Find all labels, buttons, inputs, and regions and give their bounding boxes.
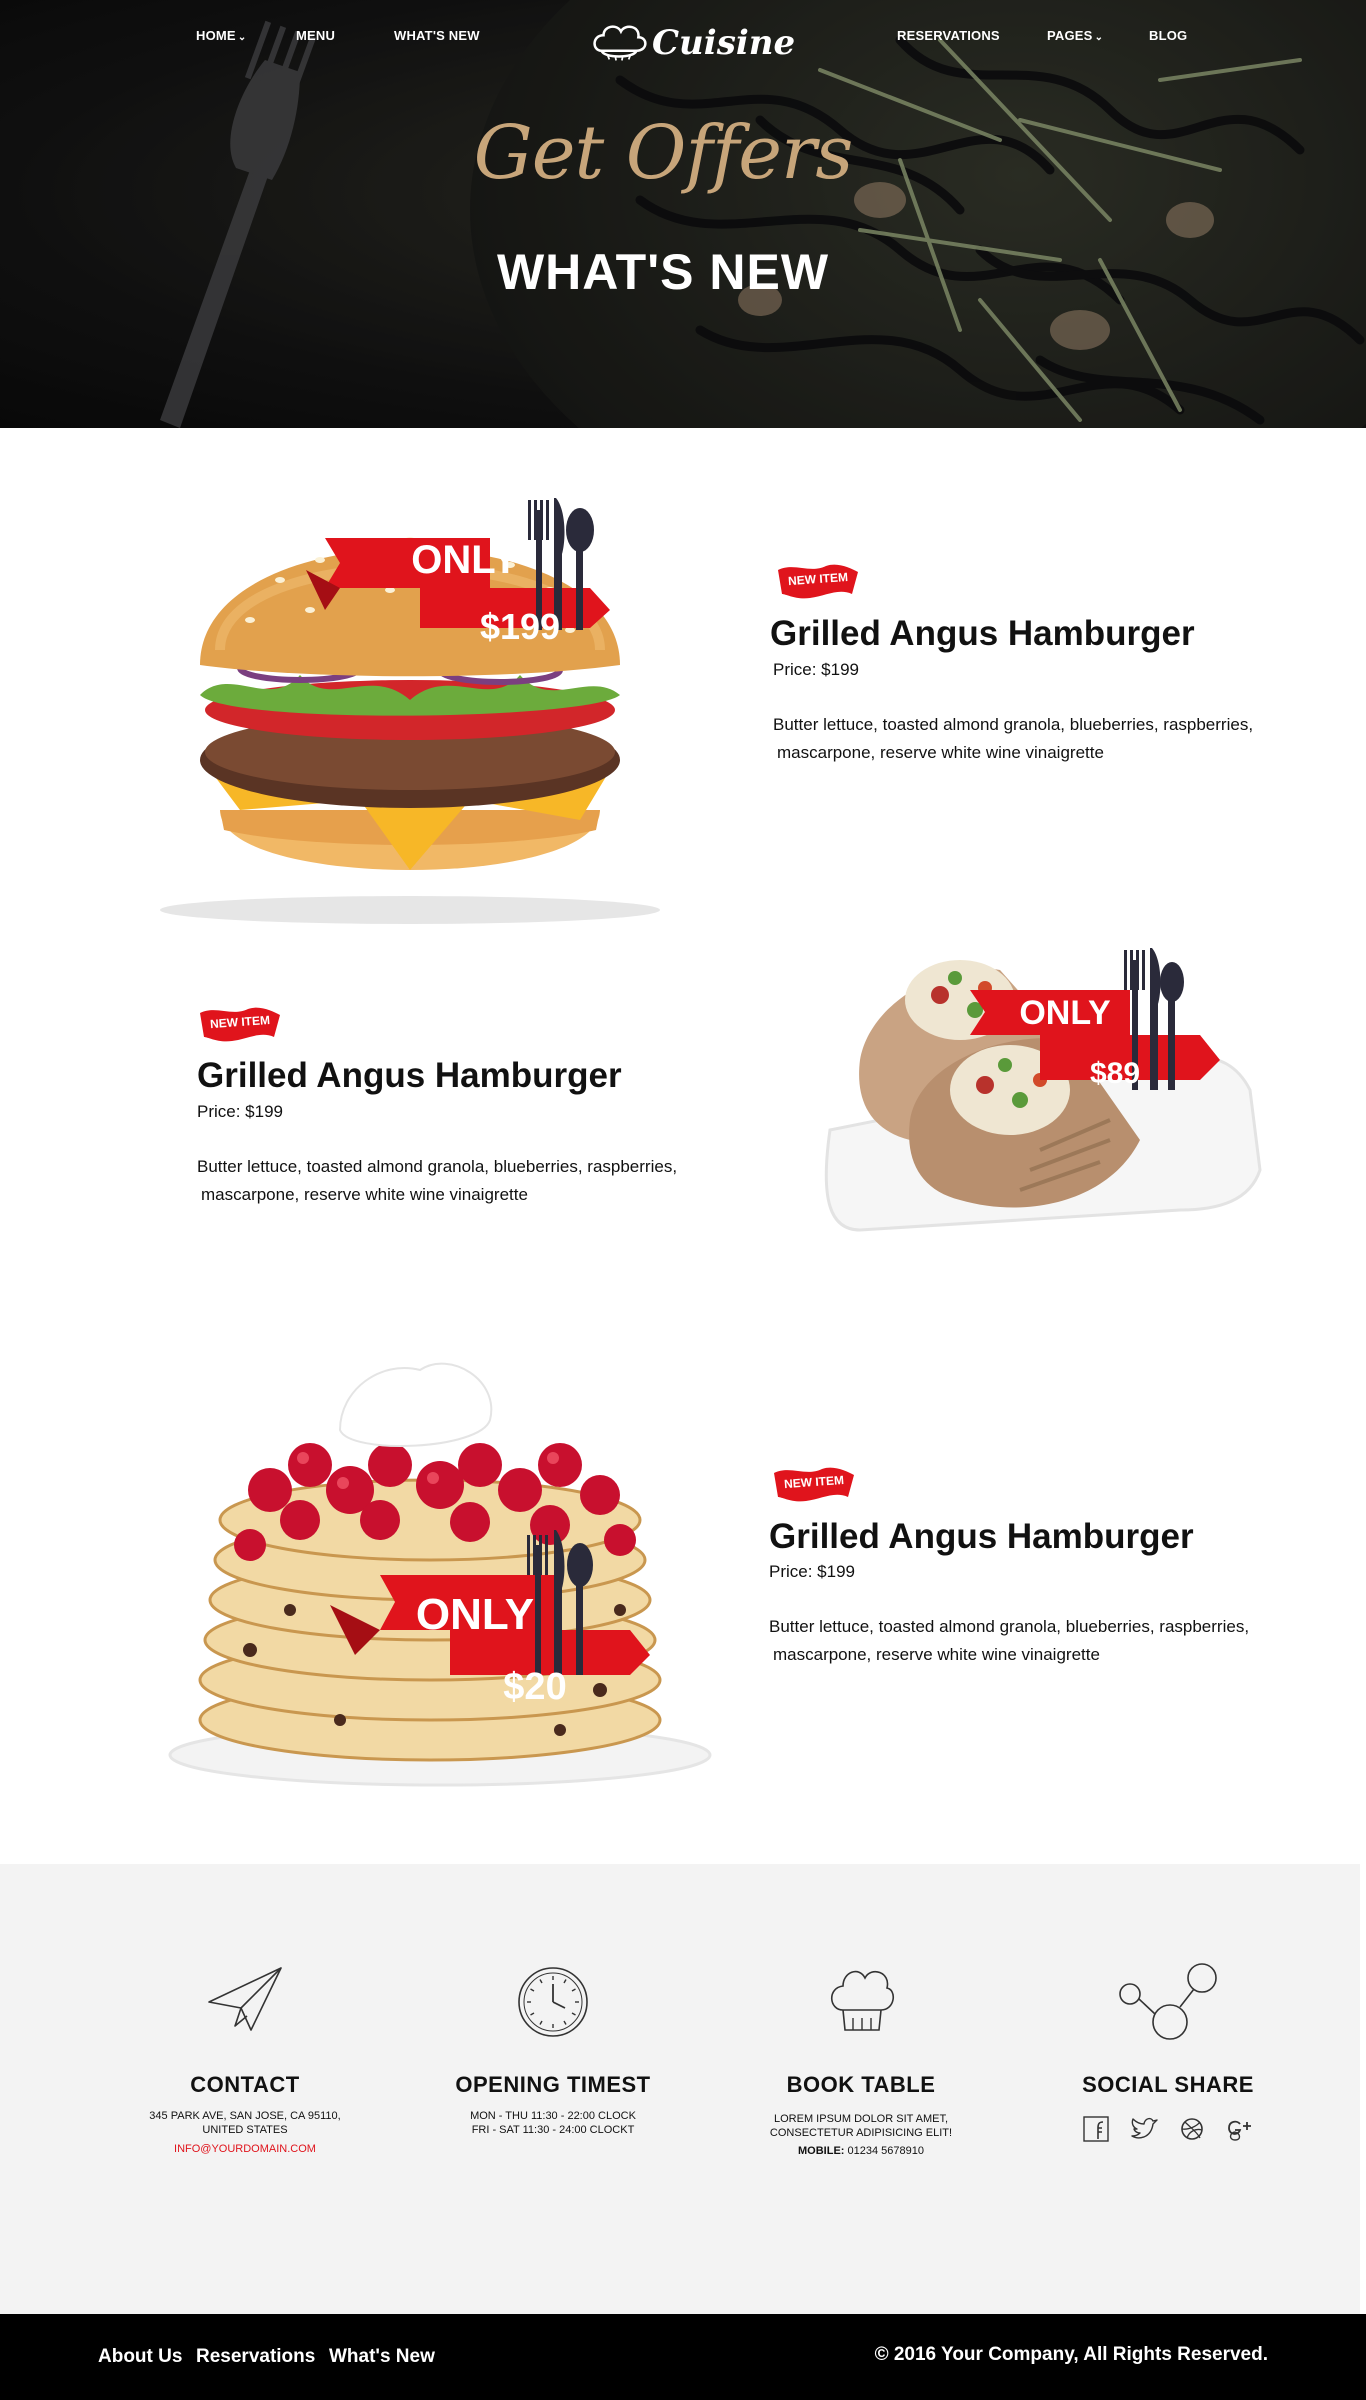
item-description-line: Butter lettuce, toasted almond granola, … [197,1157,678,1176]
footer-link-whats-new[interactable]: What's New [329,2346,435,2368]
item-description: Butter lettuce, toasted almond granola, … [773,711,1293,767]
chevron-down-icon: ⌄ [237,32,247,43]
hours-title: OPENING TIMEST [455,2072,651,2097]
paper-plane-icon [208,1967,282,2031]
promo-price-label: $89 [1089,1057,1141,1090]
dribbble-icon[interactable] [1177,2114,1207,2144]
copyright-text: © 2016 Your Company, All Rights Reserved… [874,2344,1268,2365]
promo-only-label: ONLY [415,1590,535,1639]
google-plus-icon[interactable] [1225,2114,1255,2144]
hours-line: MON - THU 11:30 - 22:00 CLOCK [470,2110,636,2122]
item-description-line: Butter lettuce, toasted almond granola, … [769,1617,1250,1636]
promo-only-label: ONLY [411,538,519,582]
share-icon [1119,1963,1217,2040]
nav-pages[interactable]: PAGES ⌄ [1047,28,1103,43]
clock-icon [518,1967,588,2037]
item-description-line: Butter lettuce, toasted almond granola, … [773,715,1254,734]
item-title: Grilled Angus Hamburger [769,1517,1194,1556]
contact-address-line: UNITED STATES [202,2124,288,2136]
chef-hat-logo-icon [593,25,647,61]
item-description-line: mascarpone, reserve white wine vinaigret… [773,1645,1100,1664]
book-table-line: CONSECTETUR ADIPISICING ELIT! [769,2127,953,2139]
book-table-line: LOREM IPSUM DOLOR SIT AMET, [774,2113,948,2125]
new-item-badge: NEW ITEM [196,1003,284,1047]
nav-blog[interactable]: BLOG [1149,28,1187,43]
item-description: Butter lettuce, toasted almond granola, … [769,1613,1289,1669]
nav-reservations[interactable]: RESERVATIONS [897,28,1000,43]
item-price: Price: $199 [769,1562,855,1581]
chef-hat-icon [830,1970,894,2031]
pancakes-image [168,1362,712,1787]
info-section: CONTACT 345 PARK AVE, SAN JOSE, CA 95110… [0,1864,1360,2314]
wrap-image [824,948,1262,1232]
twitter-icon[interactable] [1129,2114,1159,2144]
footer-link-reservations[interactable]: Reservations [196,2346,315,2368]
nav-home[interactable]: HOME ⌄ [196,28,246,43]
promo-price-label: $20 [503,1666,567,1708]
footer-link-about[interactable]: About Us [98,2346,182,2368]
nav-menu[interactable]: MENU [296,28,335,43]
footer-bar: About Us Reservations What's New © 2016 … [0,2314,1366,2400]
mobile-label: MOBILE: [798,2145,845,2157]
contact-email-link[interactable]: INFO@YOURDOMAIN.COM [95,2143,395,2155]
item-description-line: mascarpone, reserve white wine vinaigret… [201,1185,528,1204]
logo-text: Cuisine [652,23,796,63]
item-title: Grilled Angus Hamburger [770,614,1195,653]
social-title: SOCIAL SHARE [1082,2072,1254,2097]
contact-address-line: 345 PARK AVE, SAN JOSE, CA 95110, [149,2110,341,2122]
book-table-mobile: MOBILE: 01234 5678910 [711,2145,1011,2157]
nav-whats-new[interactable]: WHAT'S NEW [394,28,480,43]
promo-price-label: $199 [479,606,561,647]
item-description: Butter lettuce, toasted almond granola, … [197,1153,717,1209]
social-icons [1018,2114,1318,2144]
facebook-icon[interactable] [1081,2114,1111,2144]
item-description-line: mascarpone, reserve white wine vinaigret… [777,743,1104,762]
site-logo[interactable]: Cuisine [590,20,795,66]
item-price: Price: $199 [197,1102,283,1121]
promo-only-label: ONLY [1019,994,1111,1032]
hours-line: FRI - SAT 11:30 - 24:00 CLOCKT [471,2124,635,2136]
new-item-badge: NEW ITEM [774,560,862,604]
hero-script-heading: Get Offers [473,110,854,196]
chevron-down-icon: ⌄ [1094,32,1104,43]
nav-home-label: HOME [196,28,236,43]
item-price: Price: $199 [773,660,859,679]
book-table-title: BOOK TABLE [786,2072,936,2097]
page-title: WHAT'S NEW [496,244,830,300]
item-title: Grilled Angus Hamburger [197,1056,622,1095]
contact-title: CONTACT [190,2072,300,2097]
nav-pages-label: PAGES [1047,28,1093,43]
hero-banner: HOME ⌄ MENU WHAT'S NEW RESERVATIONS PAGES… [0,0,1366,428]
new-item-badge: NEW ITEM [770,1463,858,1507]
mobile-number[interactable]: 01234 5678910 [848,2145,924,2157]
